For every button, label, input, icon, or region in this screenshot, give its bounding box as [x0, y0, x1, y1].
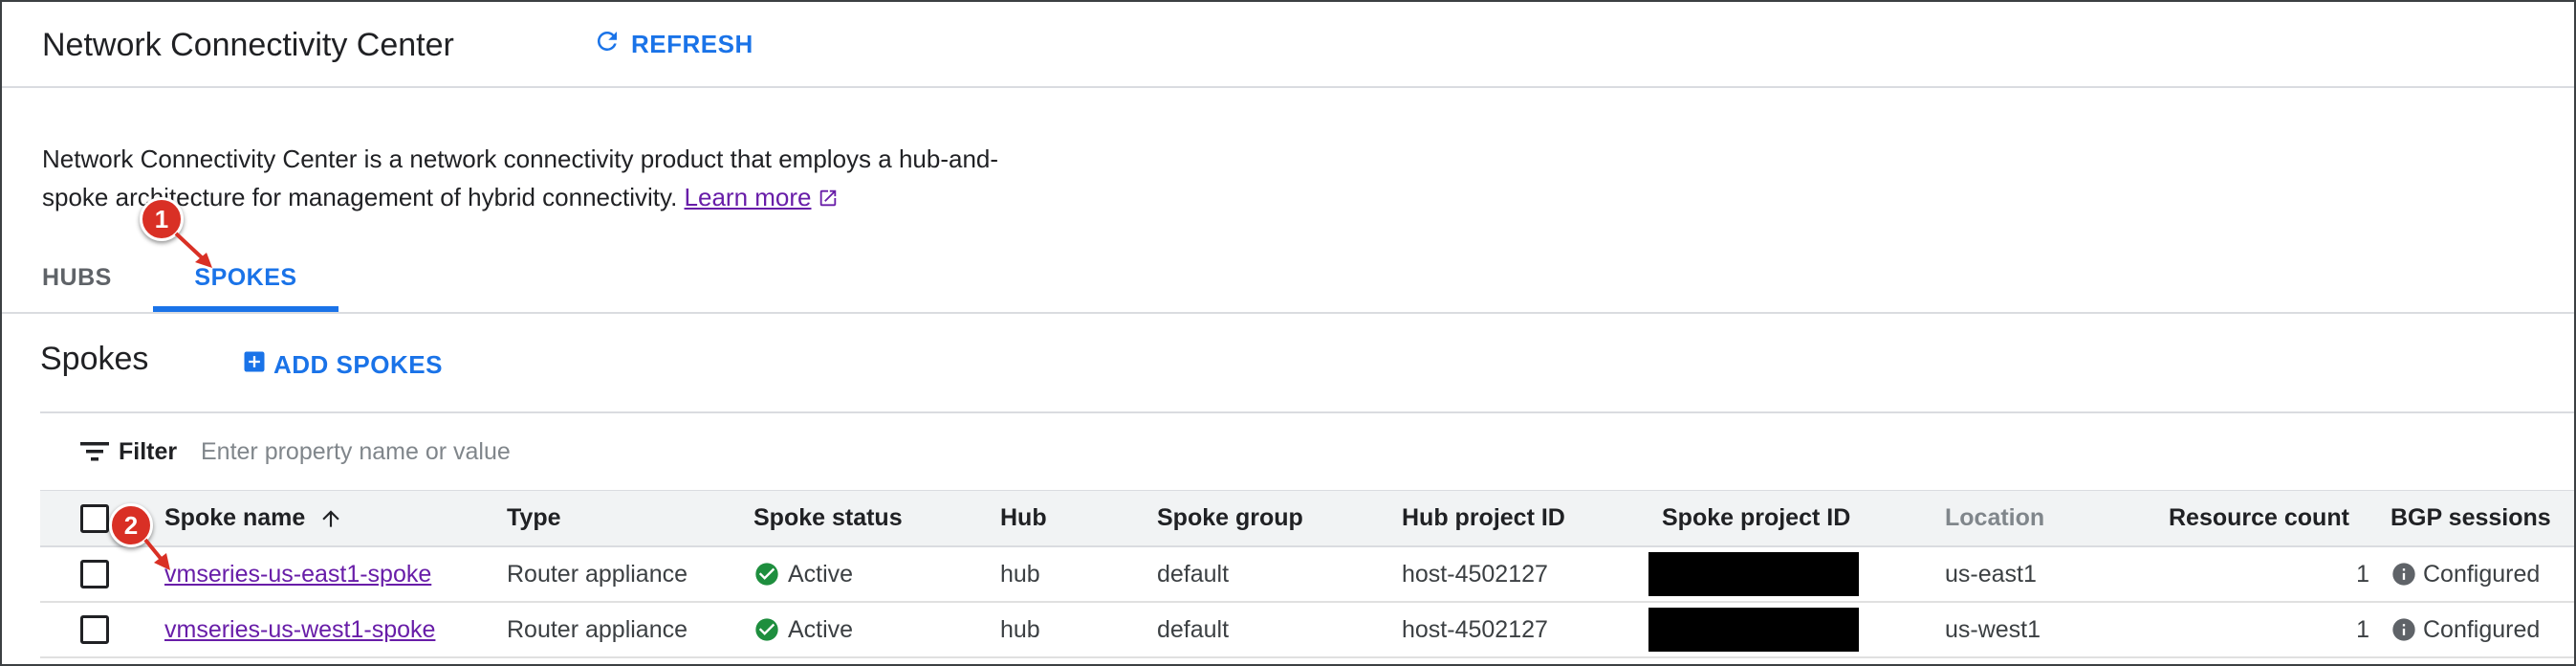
- filter-icon[interactable]: [80, 440, 109, 468]
- info-icon[interactable]: [2390, 561, 2417, 588]
- status-cell: Active: [753, 603, 853, 656]
- status-label: Active: [788, 615, 854, 643]
- row-checkbox[interactable]: [80, 560, 109, 588]
- check-circle-icon: [753, 616, 780, 643]
- redaction-box: [1648, 608, 1859, 652]
- column-header-spoke-status[interactable]: Spoke status: [753, 491, 903, 545]
- spoke-group-cell: default: [1157, 615, 1230, 643]
- learn-more-label: Learn more: [684, 183, 812, 211]
- column-header-location[interactable]: Location: [1945, 491, 2044, 545]
- column-header-hub[interactable]: Hub: [1000, 491, 1047, 545]
- add-spokes-button[interactable]: ADD SPOKES: [241, 348, 443, 382]
- refresh-icon: [593, 27, 622, 62]
- status-label: Active: [788, 560, 854, 588]
- spoke-project-id-cell: [1648, 603, 1859, 656]
- learn-more-link[interactable]: Learn more: [685, 183, 839, 211]
- hub-project-id-cell: host-4502127: [1402, 560, 1548, 588]
- refresh-label: REFRESH: [631, 30, 753, 58]
- section-title: Spokes: [40, 341, 149, 377]
- spoke-name-link[interactable]: vmseries-us-west1-spoke: [164, 616, 435, 644]
- page-description: Network Connectivity Center is a network…: [42, 140, 1037, 219]
- external-link-icon: [818, 181, 839, 219]
- table-header-row: Spoke name Type Spoke status Hub Spoke g…: [40, 490, 2574, 547]
- arrow-up-icon: [318, 506, 343, 531]
- spoke-name-link[interactable]: vmseries-us-east1-spoke: [164, 561, 431, 588]
- filter-input[interactable]: [201, 429, 1348, 475]
- check-circle-icon: [753, 561, 780, 588]
- column-header-type[interactable]: Type: [507, 491, 561, 545]
- page-title: Network Connectivity Center: [42, 27, 454, 63]
- row-checkbox[interactable]: [80, 615, 109, 644]
- callout-arrow-2: [143, 538, 170, 570]
- spoke-project-id-cell: [1648, 547, 1859, 601]
- table-row: vmseries-us-east1-spoke Router appliance…: [40, 547, 2574, 603]
- select-all-checkbox[interactable]: [80, 503, 109, 533]
- filter-label: Filter: [119, 438, 178, 465]
- tab-bar: HUBS SPOKES: [2, 251, 2574, 314]
- column-header-spoke-group[interactable]: Spoke group: [1157, 491, 1303, 545]
- bgp-sessions-label: Configured: [2423, 615, 2541, 643]
- hub-project-id-cell: host-4502127: [1402, 615, 1548, 643]
- description-line-2-text: spoke architecture for management of hyb…: [42, 183, 678, 211]
- status-cell: Active: [753, 547, 853, 601]
- column-header-spoke-name-label: Spoke name: [164, 504, 306, 531]
- refresh-button[interactable]: REFRESH: [593, 27, 753, 62]
- callout-arrow-1: [174, 232, 212, 268]
- select-all-cell: [80, 491, 109, 545]
- column-header-spoke-name[interactable]: Spoke name: [164, 491, 343, 545]
- column-header-spoke-project-id[interactable]: Spoke project ID: [1662, 491, 1850, 545]
- row-select-cell: [80, 547, 109, 601]
- location-cell: us-east1: [1945, 560, 2037, 588]
- table-row: vmseries-us-west1-spoke Router appliance…: [40, 603, 2574, 658]
- redaction-box: [1648, 552, 1859, 596]
- column-header-resource-count[interactable]: Resource count: [2169, 491, 2349, 545]
- hub-cell: hub: [1000, 615, 1040, 643]
- add-spokes-label: ADD SPOKES: [273, 350, 443, 379]
- add-box-icon: [241, 348, 268, 382]
- description-line-1: Network Connectivity Center is a network…: [42, 144, 999, 173]
- spoke-group-cell: default: [1157, 560, 1230, 588]
- spoke-name-cell: vmseries-us-west1-spoke: [164, 603, 435, 656]
- page-header: Network Connectivity Center REFRESH: [2, 2, 2574, 88]
- spoke-name-cell: vmseries-us-east1-spoke: [164, 547, 431, 601]
- tab-hubs[interactable]: HUBS: [42, 264, 112, 292]
- bgp-sessions-cell: Configured: [2390, 547, 2540, 601]
- tab-selected-indicator: [153, 306, 338, 312]
- resource-count-cell: 1: [2356, 615, 2369, 643]
- column-header-hub-project-id[interactable]: Hub project ID: [1402, 491, 1565, 545]
- resource-count-cell: 1: [2356, 560, 2369, 588]
- bgp-sessions-cell: Configured: [2390, 603, 2540, 656]
- row-select-cell: [80, 603, 109, 656]
- description-line-2: spoke architecture for management of hyb…: [42, 178, 1037, 219]
- info-icon[interactable]: [2390, 616, 2417, 643]
- filter-bar: Filter: [40, 413, 2574, 490]
- location-cell: us-west1: [1945, 615, 2041, 643]
- type-cell: Router appliance: [507, 560, 688, 588]
- hub-cell: hub: [1000, 560, 1040, 588]
- column-header-bgp-sessions[interactable]: BGP sessions: [2390, 491, 2551, 545]
- type-cell: Router appliance: [507, 615, 688, 643]
- bgp-sessions-label: Configured: [2423, 560, 2541, 588]
